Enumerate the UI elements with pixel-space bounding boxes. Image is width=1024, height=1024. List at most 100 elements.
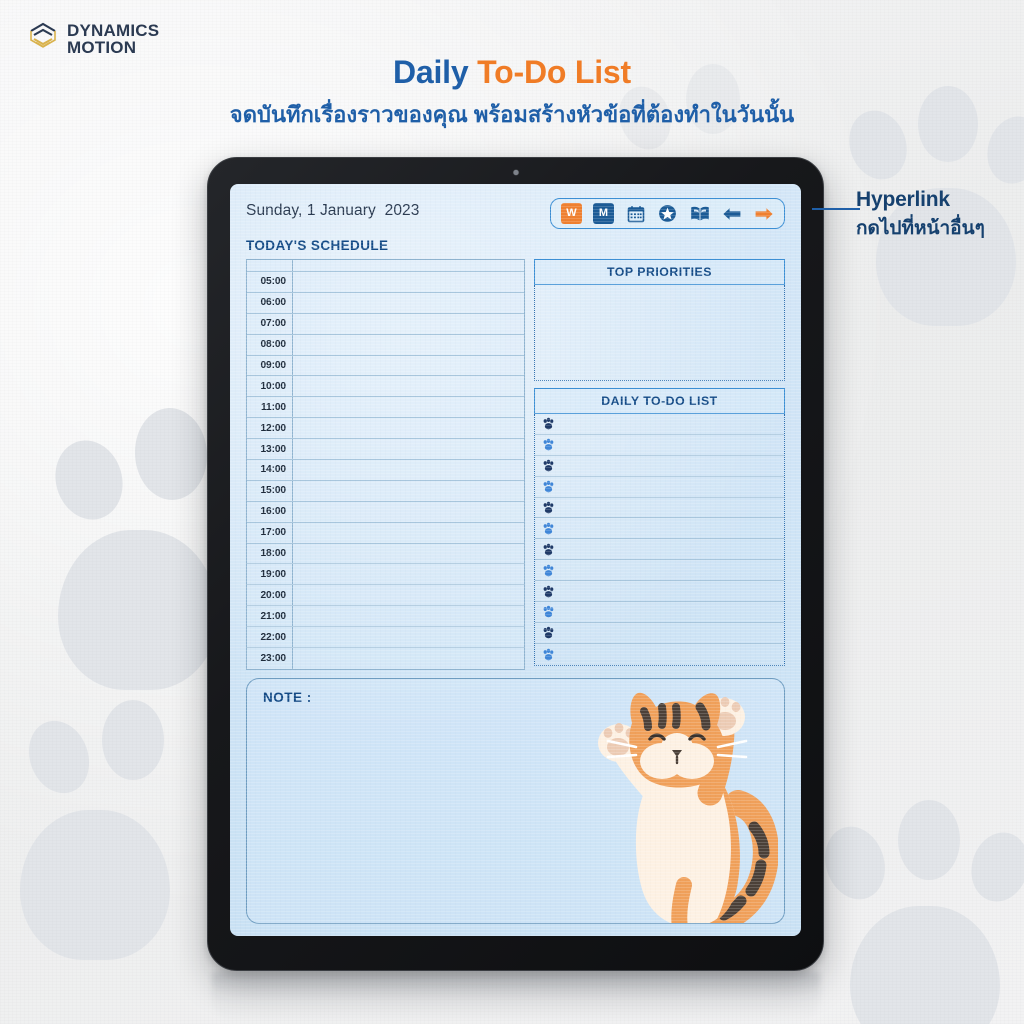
todo-row[interactable] (535, 560, 784, 582)
todo-row[interactable] (535, 539, 784, 561)
paw-watermark (0, 700, 210, 1000)
schedule-time-label: 10:00 (247, 376, 293, 397)
top-priorities-input-area[interactable] (534, 285, 785, 381)
tablet-device: Sunday, 1 January 2023 W M TODAY'S SCHED… (207, 157, 824, 971)
schedule-time-label: 17:00 (247, 522, 293, 543)
planner-columns: 05:00 06:00 07:00 08:00 09:00 10:00 11:00 12:00… (246, 259, 785, 670)
schedule-row: 18:00 (247, 543, 524, 565)
schedule-entry-field[interactable] (293, 502, 524, 522)
todo-row[interactable] (535, 602, 784, 623)
schedule-time-label: 06:00 (247, 292, 293, 313)
schedule-entry-field[interactable] (293, 356, 524, 376)
schedule-entry-field[interactable] (293, 648, 524, 669)
paw-icon (542, 417, 555, 430)
paw-icon (542, 543, 555, 556)
schedule-entry-field[interactable] (293, 564, 524, 584)
next-page-button[interactable] (753, 203, 774, 224)
schedule-row: 09:00 (247, 355, 524, 377)
book-icon (690, 204, 710, 223)
top-priorities-panel: TOP PRIORITIES (534, 259, 785, 381)
schedule-entry-field[interactable] (293, 523, 524, 543)
star-icon (658, 204, 677, 223)
schedule-entry-field[interactable] (293, 460, 524, 480)
schedule-time-label: 19:00 (247, 564, 293, 585)
schedule-row: 20:00 (247, 585, 524, 607)
week-view-button[interactable]: W (561, 203, 582, 224)
schedule-row: 16:00 (247, 501, 524, 523)
schedule-entry-field[interactable] (293, 481, 524, 501)
schedule-time-label: 09:00 (247, 355, 293, 376)
schedule-entry-field[interactable] (293, 439, 524, 459)
paw-watermark (810, 790, 1024, 1024)
priorities-todo-column: TOP PRIORITIES DAILY TO-DO LIST (534, 259, 785, 670)
schedule-time-label: 08:00 (247, 334, 293, 355)
page-heading-block: Daily To-Do List จดบันทึกเรื่องราวของคุณ… (0, 54, 1024, 132)
page-title-part-1: Daily (392, 54, 478, 90)
schedule-row: 08:00 (247, 334, 524, 356)
schedule-entry-field[interactable] (293, 606, 524, 626)
paw-icon (542, 648, 555, 661)
schedule-entry-field[interactable] (293, 585, 524, 605)
schedule-time-label: 14:00 (247, 460, 293, 480)
todo-row[interactable] (535, 498, 784, 519)
schedule-row: 17:00 (247, 522, 524, 544)
todo-row[interactable] (535, 414, 784, 435)
paw-icon (542, 585, 555, 598)
schedule-entry-field[interactable] (293, 314, 524, 334)
logo-line-1: DYNAMICS (67, 20, 160, 40)
previous-page-button[interactable] (721, 203, 742, 224)
schedule-entry-field[interactable] (293, 335, 524, 355)
schedule-row: 21:00 (247, 606, 524, 628)
schedule-time-label: 23:00 (247, 648, 293, 669)
todo-row[interactable] (535, 477, 784, 498)
todo-row[interactable] (535, 581, 784, 603)
favorites-button[interactable] (657, 203, 678, 224)
schedule-entry-field[interactable] (293, 376, 524, 396)
arrow-left-icon (722, 206, 742, 222)
schedule-section-label: TODAY'S SCHEDULE (246, 238, 389, 253)
schedule-column: 05:00 06:00 07:00 08:00 09:00 10:00 11:00 12:00… (246, 259, 525, 670)
paw-icon (542, 480, 555, 493)
schedule-entry-field[interactable] (293, 397, 524, 417)
schedule-entry-field[interactable] (293, 260, 524, 271)
month-view-button[interactable]: M (593, 203, 614, 224)
todo-row[interactable] (535, 518, 784, 540)
annotation-leader-line (812, 208, 860, 210)
schedule-time-label: 21:00 (247, 606, 293, 627)
planner-page: Sunday, 1 January 2023 W M TODAY'S SCHED… (230, 184, 801, 936)
schedule-time-label: 05:00 (247, 272, 293, 292)
note-panel[interactable]: NOTE : (246, 677, 785, 924)
schedule-row: 11:00 (247, 397, 524, 419)
schedule-time-label: 20:00 (247, 585, 293, 606)
schedule-time-label: 22:00 (247, 627, 293, 648)
paw-icon (542, 626, 555, 639)
schedule-entry-field[interactable] (293, 272, 524, 292)
schedule-time-label: 15:00 (247, 480, 293, 501)
paw-icon (542, 522, 555, 535)
schedule-entry-field[interactable] (293, 544, 524, 564)
calendar-button[interactable] (625, 203, 646, 224)
top-priorities-header: TOP PRIORITIES (534, 259, 785, 285)
schedule-entry-field[interactable] (293, 627, 524, 647)
camera-icon (513, 170, 518, 175)
todo-row[interactable] (535, 623, 784, 644)
schedule-row: 06:00 (247, 292, 524, 314)
schedule-row: 12:00 (247, 418, 524, 440)
tablet-screen: Sunday, 1 January 2023 W M TODAY'S SCHED… (230, 184, 801, 936)
schedule-row: 23:00 (247, 648, 524, 669)
schedule-row: 14:00 (247, 460, 524, 481)
schedule-entry-field[interactable] (293, 418, 524, 438)
todo-row[interactable] (535, 456, 784, 477)
schedule-entry-field[interactable] (293, 293, 524, 313)
todo-row[interactable] (535, 644, 784, 665)
notebook-button[interactable] (689, 203, 710, 224)
tablet-reflection (212, 972, 820, 1024)
annotation-title: Hyperlink (856, 188, 950, 211)
schedule-row: 15:00 (247, 480, 524, 502)
todo-row[interactable] (535, 435, 784, 456)
schedule-time-label: 11:00 (247, 397, 293, 418)
schedule-row: 10:00 (247, 376, 524, 398)
planner-top-row: Sunday, 1 January 2023 W M (246, 198, 785, 229)
schedule-row-spacer (247, 260, 524, 272)
orange-tabby-cat-illustration (588, 685, 779, 923)
